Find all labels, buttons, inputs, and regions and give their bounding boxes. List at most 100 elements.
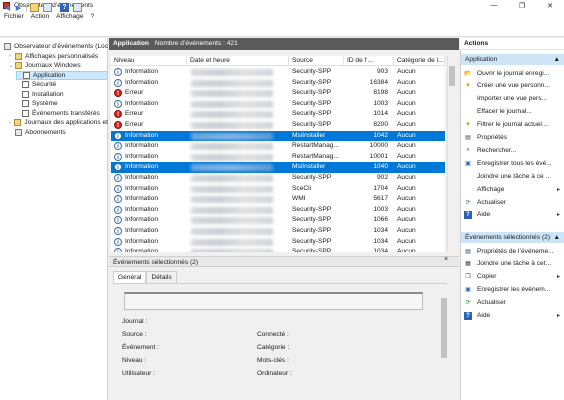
level-cell: iInformation (111, 173, 187, 184)
action-item[interactable]: Importer une vue pers... (462, 93, 563, 105)
column-id[interactable]: ID de l’... (344, 56, 394, 66)
folder-icon (14, 119, 22, 126)
action-item[interactable]: ▣ Enregistrer tous les évé... (462, 157, 563, 169)
error-icon: ! (114, 89, 122, 98)
information-icon: i (114, 237, 122, 246)
redacted-blur (191, 79, 273, 87)
event-row[interactable]: i Information Security-SPP 902 Aucun (111, 173, 445, 184)
level-label: Information (125, 205, 158, 213)
back-arrow-icon[interactable]: ◀ (3, 3, 12, 12)
action-item[interactable]: Effacer le journal... (462, 106, 563, 118)
event-row[interactable]: iInformation Security-SPP 1034 Aucun (111, 237, 445, 248)
menu-action[interactable]: Action (27, 11, 52, 22)
information-icon: i (114, 142, 122, 151)
tree-item[interactable]: Événements transférés (16, 109, 108, 118)
action-label: Aide (477, 211, 491, 219)
details-close-icon[interactable]: × (444, 256, 448, 263)
submenu-arrow-icon: ▸ (557, 313, 561, 319)
tab-details[interactable]: Détails (146, 271, 177, 283)
event-row[interactable]: i Information WMI 5617 Aucun (111, 194, 445, 205)
show-action-pane-icon[interactable] (73, 3, 82, 12)
action-item[interactable]: ❐ Copier ▸ (462, 271, 563, 283)
actions-section-application[interactable]: Application ▲ (461, 54, 564, 65)
event-row[interactable]: i Information Security-SPP 1066 Aucun (111, 215, 445, 226)
action-icon-spacer (464, 108, 472, 116)
event-row[interactable]: ! Erreur Security-SPP 8200 Aucun (111, 120, 445, 131)
event-row[interactable]: i Information RestartManag... 10000 Aucun (111, 141, 445, 152)
column-category[interactable]: Catégorie de l... (394, 56, 445, 66)
tree-item[interactable]: ⌄ Journaux Windows (9, 61, 108, 70)
help-icon[interactable]: ? (60, 3, 69, 12)
action-item[interactable]: ⌕ Rechercher... (462, 144, 563, 156)
action-item[interactable]: ⟳ Actualiser (462, 297, 563, 309)
tab-general[interactable]: Général (113, 271, 147, 283)
event-row[interactable]: i Information SceCli 1704 Aucun (111, 184, 445, 195)
folder-icon[interactable] (30, 3, 39, 12)
event-row[interactable]: i Information Security-SPP 1003 Aucun (111, 99, 445, 110)
event-row[interactable]: i Information RestartManag... 10001 Aucun (111, 152, 445, 163)
tree-item[interactable]: Sécurité (16, 80, 108, 89)
collapse-icon[interactable]: ▲ (553, 56, 560, 63)
event-row[interactable]: i Information MsiInstaller 1040 Aucun (111, 162, 445, 173)
collapse-icon[interactable]: ▲ (553, 234, 560, 241)
action-item[interactable]: ▣ Enregistrer les événem... (462, 284, 563, 296)
column-source[interactable]: Source (289, 56, 344, 66)
source-cell: Security-SPP (292, 174, 332, 181)
action-item[interactable]: ⟳ Actualiser (462, 196, 563, 208)
tree-item[interactable]: › Affichages personnalisés (9, 52, 108, 61)
maximize-button[interactable]: ❐ (508, 0, 536, 11)
action-item[interactable]: ▼ Créer une vue personn... (462, 80, 563, 92)
action-item[interactable]: ? Aide ▸ (462, 209, 563, 221)
source-cell: MsiInstaller (292, 131, 326, 139)
column-date[interactable]: Date et heure (187, 56, 289, 66)
console-tree-icon[interactable] (43, 3, 52, 12)
action-item[interactable]: ▤ Propriétés de l’événeme... (462, 245, 563, 257)
event-row[interactable]: i Information Security-SPP 1003 Aucun (111, 205, 445, 216)
event-row[interactable]: iInformation Security-SPP 1034 Aucun (111, 247, 445, 252)
forward-arrow-icon[interactable]: ▶ (14, 3, 23, 12)
tree-item[interactable]: › Journaux des applications et (9, 118, 108, 127)
event-row[interactable]: i Information MsiInstaller 1042 Aucun (111, 130, 445, 142)
tree-item[interactable]: Abonnements (9, 128, 108, 137)
event-message-box[interactable] (124, 292, 423, 310)
tree-item[interactable]: Application (16, 70, 108, 80)
tree-item-label: Observateur d’événements (Loc (14, 43, 108, 50)
category-cell: Aucun (397, 89, 416, 97)
information-icon: i (114, 248, 122, 252)
action-item[interactable]: Joindre une tâche à ce ... (462, 170, 563, 182)
source-cell: Security-SPP (292, 110, 332, 118)
tree-item[interactable]: Installation (16, 90, 108, 99)
event-id-cell: 903 (376, 68, 388, 75)
level-cell: iInformation (111, 215, 187, 226)
menu-fichier[interactable]: Fichier (0, 11, 27, 22)
menu-help[interactable]: ? (87, 11, 98, 22)
event-row[interactable]: i Information Security-SPP 16384 Aucun (111, 78, 445, 89)
action-item[interactable]: 📂 Ouvrir le journal enregi... (462, 67, 563, 79)
action-item[interactable]: Affichage ▸ (462, 183, 563, 195)
redacted-blur (191, 249, 273, 252)
date-cell-redacted (187, 67, 289, 78)
event-id-cell: 16384 (369, 78, 388, 86)
event-row[interactable]: iInformation Security-SPP 1034 Aucun (111, 226, 445, 237)
event-row[interactable]: ! Erreur Security-SPP 1014 Aucun (111, 109, 445, 120)
column-niveau[interactable]: Niveau (111, 56, 187, 66)
subscription-icon (15, 128, 22, 136)
save-icon: ▣ (465, 287, 471, 294)
minimize-button[interactable]: — (480, 0, 508, 11)
tree-item[interactable]: Observateur d’événements (Loc (2, 42, 108, 51)
category-cell: Aucun (397, 174, 416, 181)
menu-affichage[interactable]: Affichage (52, 11, 86, 22)
actions-section-selected-events[interactable]: Événements sélectionnés (2) ▲ (461, 232, 564, 243)
tree-item[interactable]: Système (16, 99, 108, 108)
level-cell: iInformation (111, 78, 187, 89)
details-scroll-thumb[interactable] (441, 298, 447, 358)
event-row[interactable]: i Information Security-SPP 903 Aucun (111, 67, 445, 78)
event-row[interactable]: ! Erreur Security-SPP 8198 Aucun (111, 88, 445, 99)
action-item[interactable]: ▦ Joindre une tâche à cet... (462, 258, 563, 270)
action-item[interactable]: ▤ Propriétés (462, 132, 563, 144)
close-button[interactable]: ✕ (536, 0, 564, 11)
action-item[interactable]: ? Aide ▸ (462, 310, 563, 322)
grid-scroll-thumb[interactable] (449, 66, 455, 86)
action-item[interactable]: ▼ Filtrer le journal actuel... (462, 119, 563, 131)
action-label: Créer une vue personn... (477, 82, 550, 90)
